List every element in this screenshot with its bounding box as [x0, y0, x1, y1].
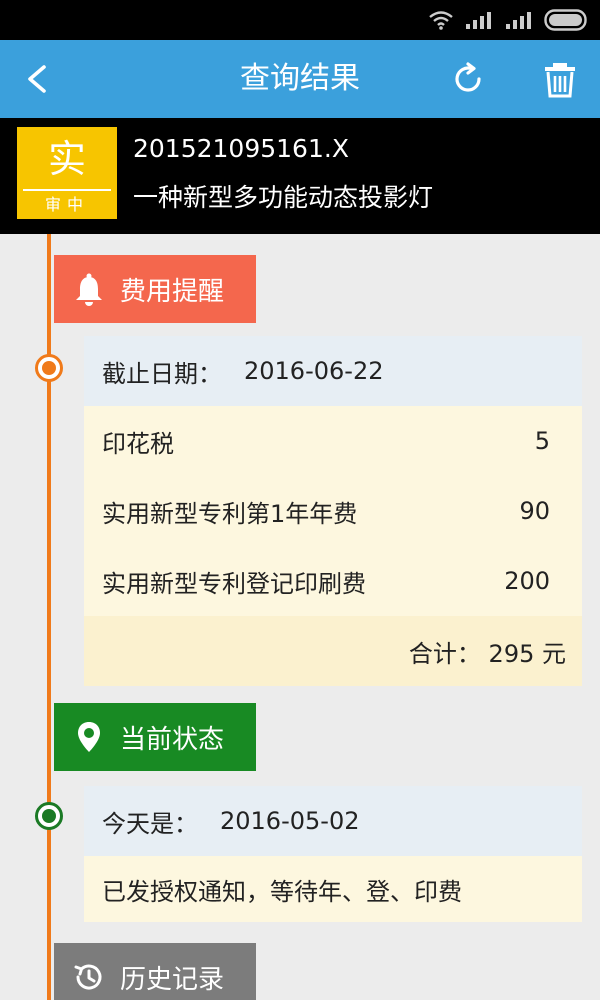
today-label: 今天是：	[102, 809, 198, 838]
current-status-text: 当前状态	[120, 724, 225, 755]
fee-list: 印花税 5 实用新型专利第1年年费 90 实用新型专利登记印刷费 200 合计：…	[84, 406, 582, 686]
fee-card: 截止日期： 2016-06-22 印花税 5 实用新型专利第1年年费 90 实用…	[84, 336, 582, 686]
fee-item-name: 实用新型专利登记印刷费	[102, 569, 366, 598]
battery-icon	[544, 9, 587, 31]
signal-icon	[506, 12, 531, 29]
bell-icon	[76, 273, 102, 306]
location-pin-icon	[78, 722, 100, 752]
timeline-line	[47, 234, 51, 1000]
status-description: 已发授权通知，等待年、登、印费	[102, 877, 462, 906]
status-bar-icons	[428, 8, 590, 32]
badge-status: 审中	[44, 195, 89, 214]
deadline-row: 截止日期： 2016-06-22	[84, 336, 582, 406]
signal-icon	[466, 12, 491, 29]
fee-item-amount: 5	[534, 427, 550, 455]
today-value: 2016-05-02	[220, 807, 360, 835]
fee-item-name: 印花税	[102, 429, 174, 458]
app-bar: 查询结果	[0, 40, 600, 118]
trash-icon[interactable]	[540, 59, 580, 99]
fee-item-amount: 200	[504, 567, 550, 595]
patent-type-badge: 实 审中	[17, 127, 117, 219]
timeline-dot-status	[35, 802, 63, 830]
fee-reminder-text: 费用提醒	[120, 276, 225, 307]
status-bar	[0, 0, 600, 40]
history-clock-icon	[74, 964, 102, 990]
current-status-label: 当前状态	[54, 703, 256, 771]
deadline-value: 2016-06-22	[244, 357, 384, 385]
deadline-label: 截止日期：	[102, 359, 222, 388]
fee-reminder-label: 费用提醒	[54, 255, 256, 323]
fee-item-amount: 90	[519, 497, 550, 525]
page-title: 查询结果	[240, 61, 360, 96]
wifi-icon	[429, 11, 453, 30]
history-text: 历史记录	[120, 964, 225, 995]
timeline-dot-fee	[35, 354, 63, 382]
refresh-icon[interactable]	[448, 59, 488, 99]
fee-item: 实用新型专利第1年年费 90	[84, 476, 582, 546]
fee-item: 实用新型专利登记印刷费 200	[84, 546, 582, 616]
status-body: 已发授权通知，等待年、登、印费	[84, 856, 582, 922]
fee-total: 合计： 295 元	[84, 616, 582, 686]
patent-number: 201521095161.X	[133, 134, 349, 163]
badge-divider	[23, 189, 111, 191]
status-card: 今天是： 2016-05-02 已发授权通知，等待年、登、印费	[84, 786, 582, 922]
badge-type: 实	[47, 137, 86, 181]
fee-item-name: 实用新型专利第1年年费	[102, 499, 358, 528]
history-label[interactable]: 历史记录	[54, 943, 256, 1000]
fee-item: 印花税 5	[84, 406, 582, 476]
today-row: 今天是： 2016-05-02	[84, 786, 582, 856]
patent-name: 一种新型多功能动态投影灯	[133, 183, 434, 212]
